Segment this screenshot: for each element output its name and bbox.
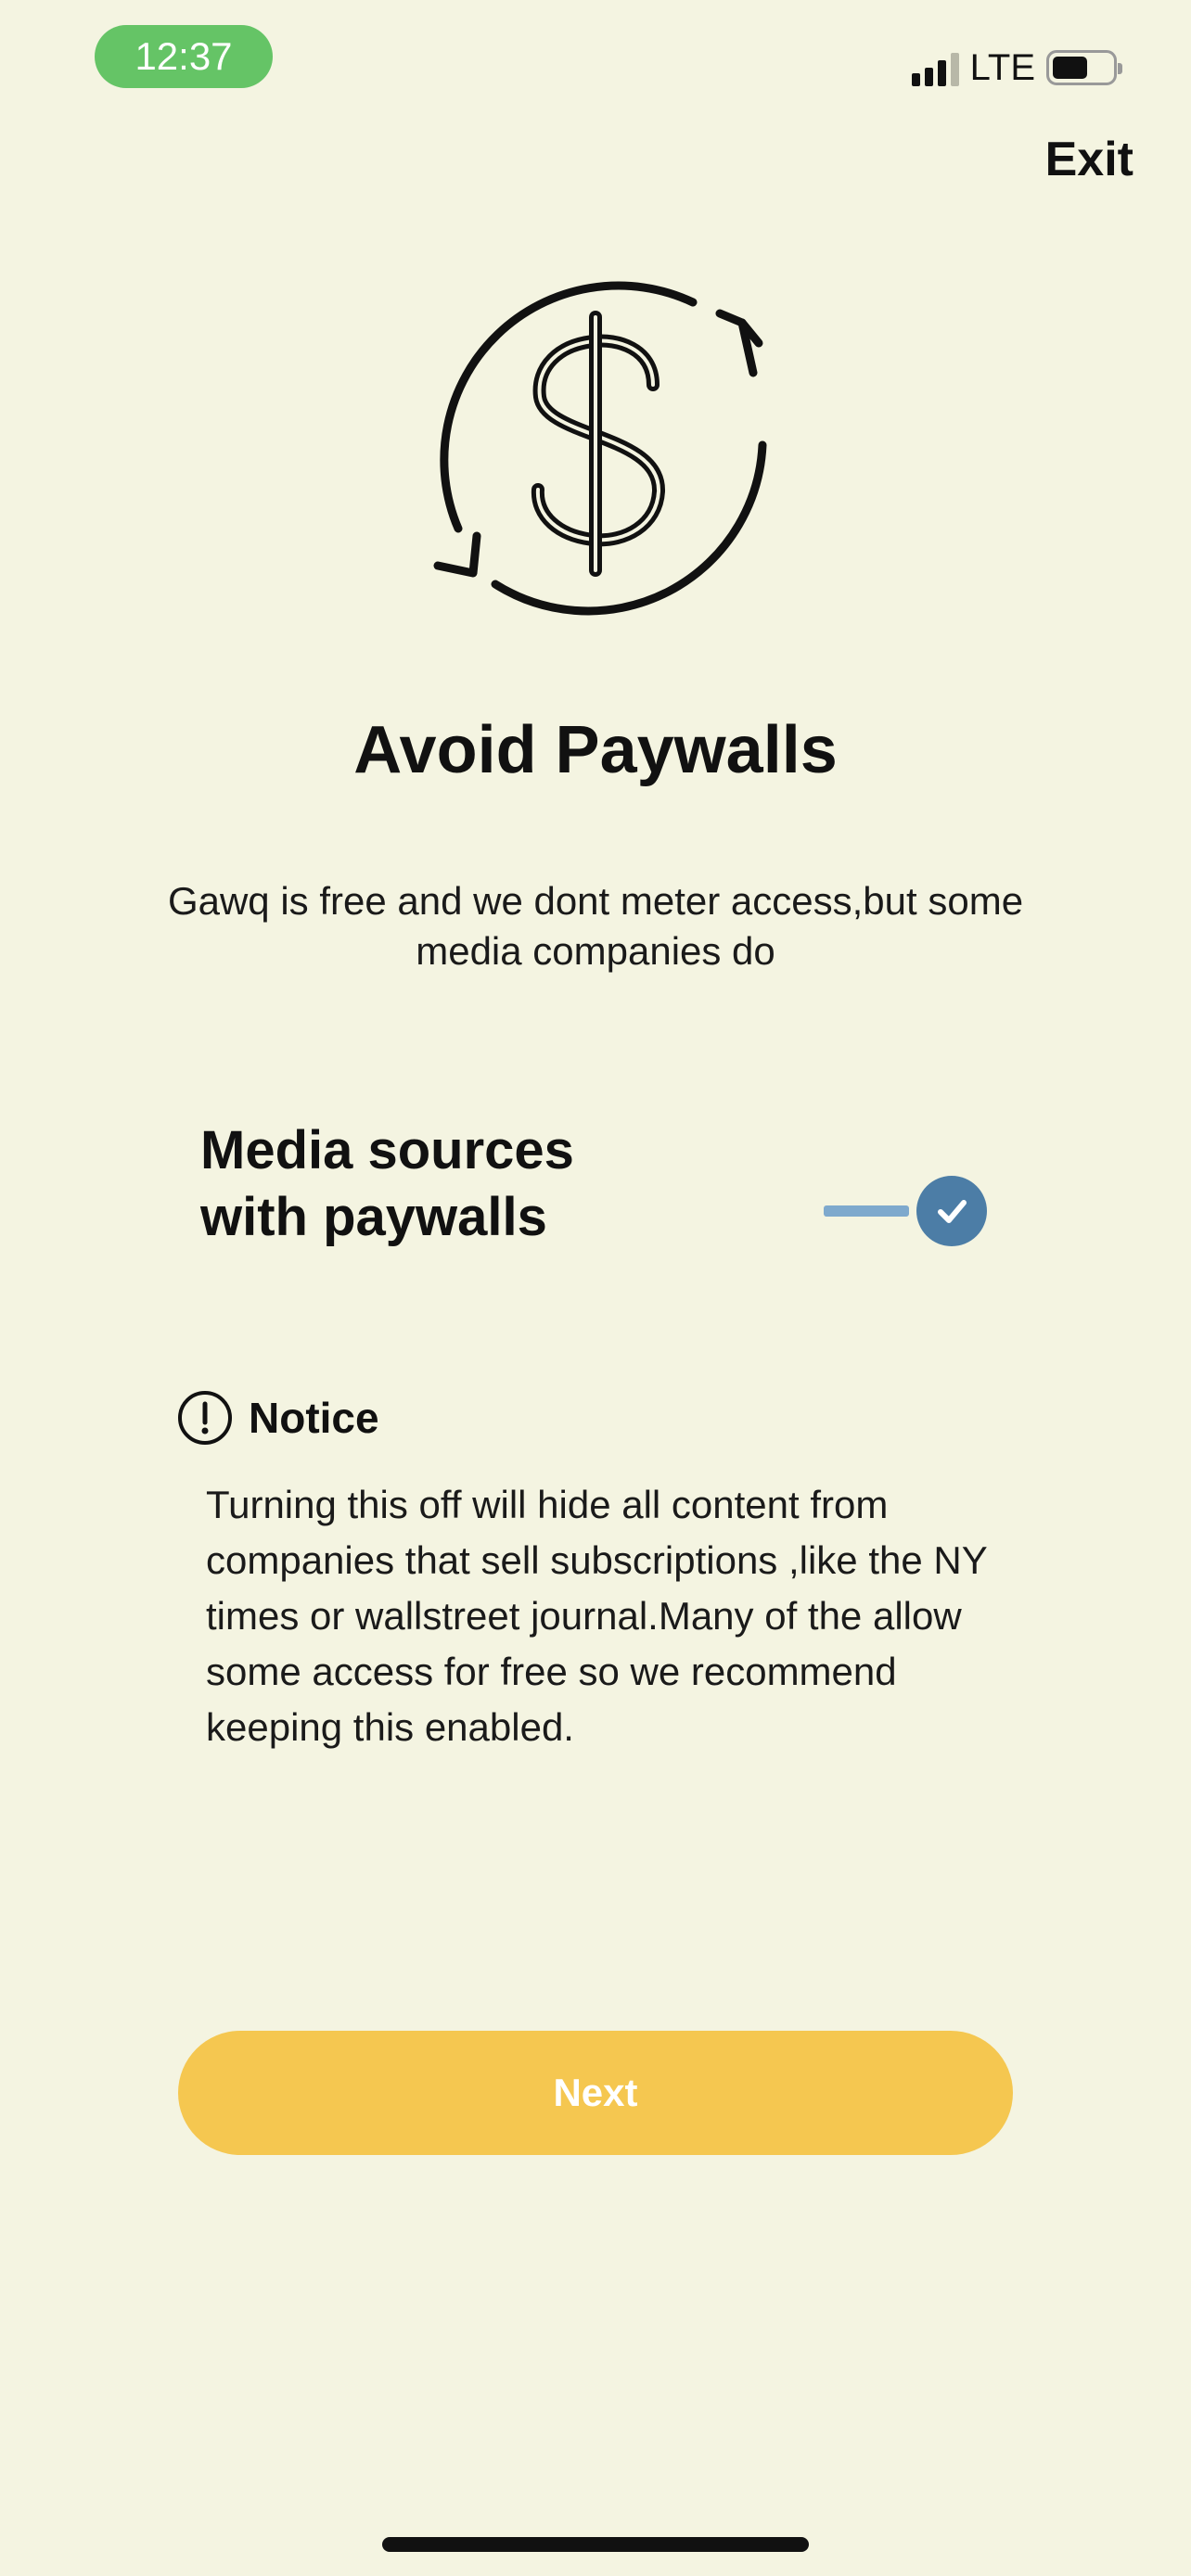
paywall-toggle[interactable] xyxy=(824,1176,989,1246)
status-indicators: LTE xyxy=(911,45,1122,91)
page-title: Avoid Paywalls xyxy=(353,713,838,787)
exclamation-circle-icon xyxy=(178,1391,232,1445)
notice-title: Notice xyxy=(249,1394,379,1442)
battery-icon xyxy=(1046,50,1122,85)
network-label: LTE xyxy=(969,46,1035,88)
paywall-toggle-label-line1: Media sources xyxy=(200,1120,574,1180)
page-subtitle: Gawq is free and we dont meter access,bu… xyxy=(167,879,1024,973)
signal-icon xyxy=(911,49,959,86)
notice-body: Turning this off will hide all content f… xyxy=(206,1483,987,1749)
dollar-refresh-icon xyxy=(433,281,767,616)
next-button[interactable]: Next xyxy=(178,2031,1013,2155)
exit-button[interactable]: Exit xyxy=(1045,132,1133,187)
checkmark-icon xyxy=(938,1200,967,1223)
toggle-knob xyxy=(916,1176,987,1246)
paywall-toggle-label-line2: with paywalls xyxy=(200,1187,547,1247)
home-indicator[interactable] xyxy=(382,2537,809,2552)
status-time: 12:37 xyxy=(95,25,273,88)
notice-header: Notice xyxy=(176,1389,379,1447)
paywall-toggle-label: Media sources with paywalls xyxy=(200,1117,574,1251)
toggle-track xyxy=(824,1205,909,1217)
